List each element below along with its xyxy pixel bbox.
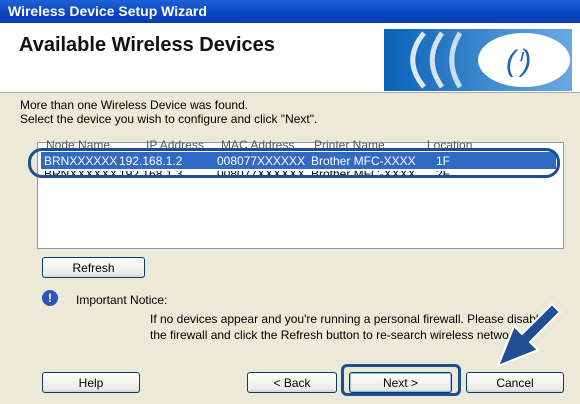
arrow-pointer-icon — [496, 302, 562, 368]
help-button-label: Help — [78, 376, 104, 390]
message-line-1: More than one Wireless Device was found. — [20, 98, 249, 112]
back-button-label: < Back — [273, 376, 311, 390]
window-title: Wireless Device Setup Wizard — [8, 3, 207, 19]
wireless-logo-icon: (ⁱ) — [384, 29, 572, 91]
help-button[interactable]: Help — [42, 372, 140, 393]
refresh-button-label: Refresh — [72, 261, 115, 275]
selection-callout — [28, 148, 560, 178]
notice-title: Important Notice: — [76, 293, 168, 307]
wizard-header: Available Wireless Devices (ⁱ) — [0, 23, 580, 93]
svg-text:(ⁱ): (ⁱ) — [506, 45, 531, 78]
next-callout — [341, 364, 461, 396]
back-button[interactable]: < Back — [247, 372, 337, 393]
wizard-window: Wireless Device Setup Wizard Available W… — [0, 0, 580, 404]
info-icon: ! — [42, 290, 58, 306]
refresh-button[interactable]: Refresh — [42, 257, 145, 278]
page-title: Available Wireless Devices — [19, 34, 275, 56]
title-bar: Wireless Device Setup Wizard — [0, 0, 580, 23]
message-line-2: Select the device you wish to configure … — [20, 112, 318, 126]
